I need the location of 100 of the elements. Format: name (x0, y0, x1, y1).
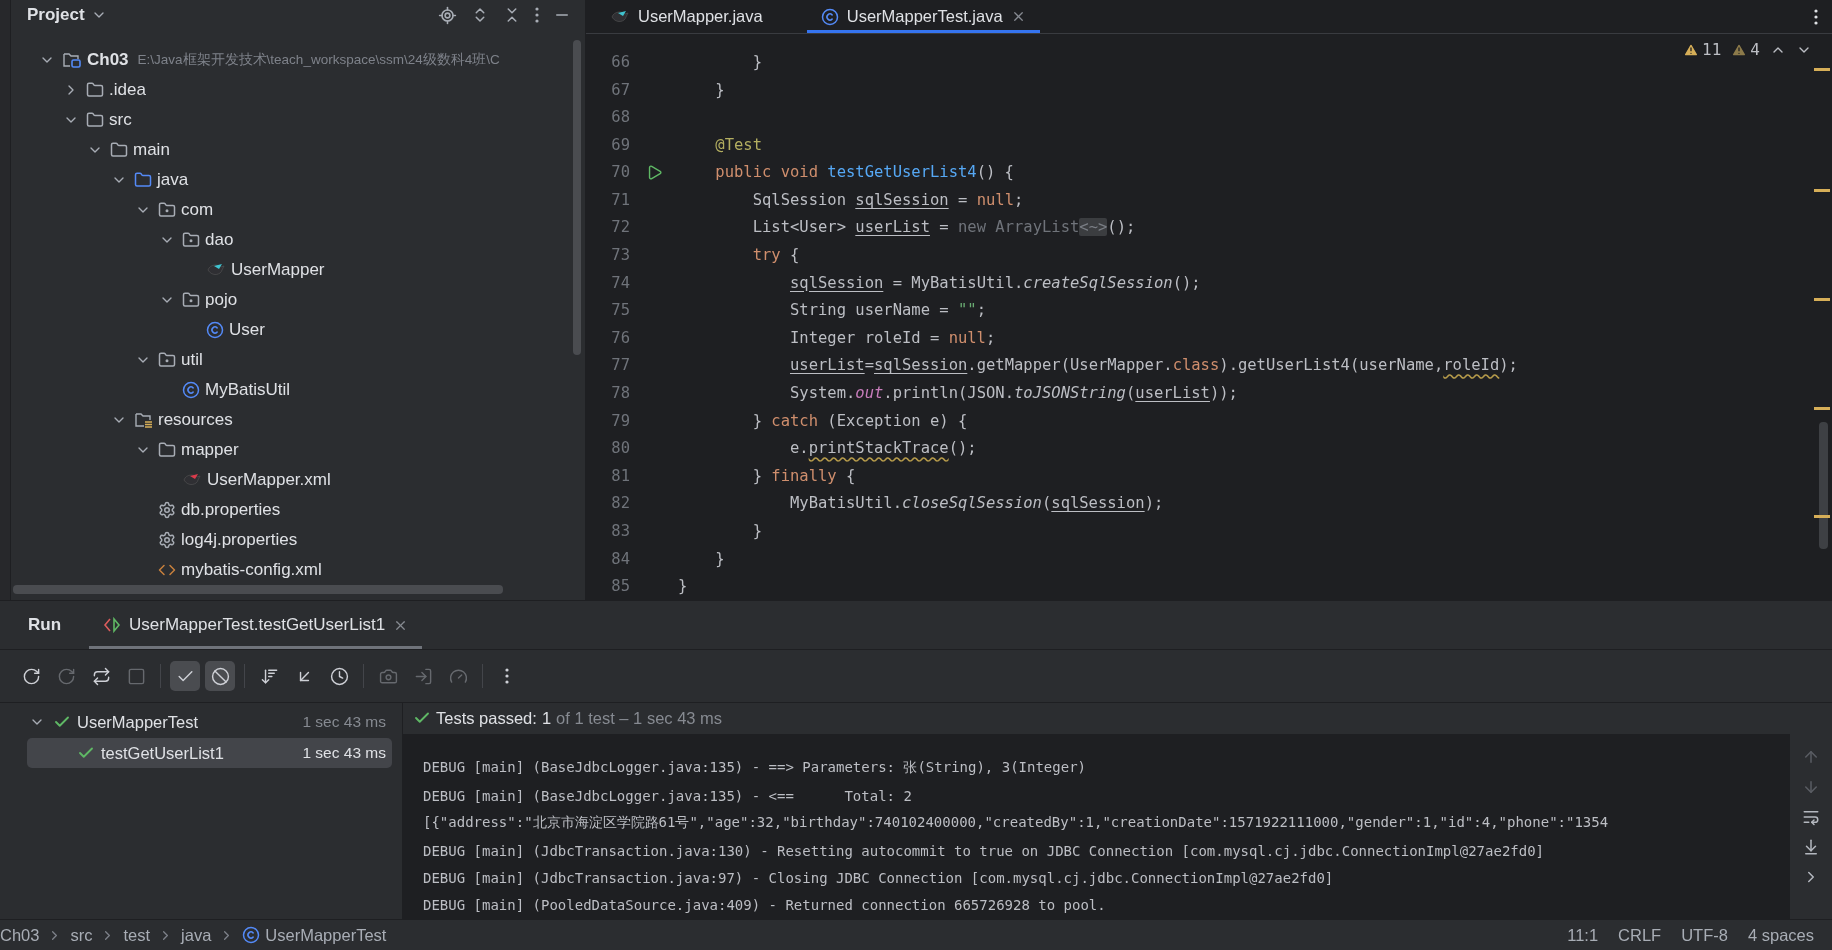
resources-folder-icon (134, 411, 153, 429)
stripe-mark[interactable] (1814, 68, 1830, 72)
arrow-down-icon (1802, 778, 1820, 796)
test-time: 1 sec 43 ms (302, 744, 386, 762)
line-number: 77 (610, 356, 630, 375)
tree-item[interactable]: dao (11, 225, 585, 255)
folder-icon (134, 171, 152, 189)
code-line: @Test (714, 135, 762, 154)
check-button[interactable] (170, 661, 200, 691)
tree-item[interactable]: main (11, 135, 585, 165)
weak-warning-count[interactable]: 4 (1731, 40, 1760, 60)
folder-icon (86, 111, 104, 129)
ban-button[interactable] (205, 661, 235, 691)
stop-icon (126, 666, 146, 686)
scroll-to-end-button[interactable] (1802, 838, 1820, 856)
scroll-to-end-icon (1802, 838, 1820, 856)
code-line: public void testGetUserList4() { (714, 163, 1014, 182)
tree-item[interactable]: UserMapper (11, 255, 585, 285)
status-item[interactable]: 11:1 (1567, 925, 1599, 945)
warning-icon (1683, 41, 1700, 58)
test-icon (103, 617, 122, 633)
console-line: DEBUG [main] (JdbcTransaction.java:130) - Resetting autocommit to true on JDBC Connection [com.mysql.cj.jdbc.ConnectionImpl@27ae2fd0] (423, 841, 1546, 861)
camera-icon (378, 666, 398, 686)
scrollbar-thumb[interactable] (1819, 422, 1828, 550)
stripe-mark[interactable] (1814, 407, 1830, 411)
tree-item[interactable]: util (11, 345, 585, 375)
code-line: sqlSession = MyBatisUtil.createSqlSession(); (789, 273, 1201, 292)
code-line: Integer roleId = null; (789, 328, 996, 347)
line-number: 80 (610, 439, 630, 458)
more-icon[interactable] (535, 7, 539, 23)
tree-item[interactable]: resources (11, 405, 585, 435)
tree-item[interactable]: MyBatisUtil (11, 375, 585, 405)
breadcrumb[interactable]: java (181, 925, 212, 945)
tree-item[interactable]: .idea (11, 75, 585, 105)
stripe-mark[interactable] (1814, 515, 1830, 519)
summary-label: Tests passed: (436, 708, 537, 728)
code-line: } (714, 549, 725, 568)
breadcrumb[interactable]: Ch03 (0, 925, 40, 945)
more-icon[interactable] (1814, 8, 1818, 25)
locate-icon[interactable] (438, 5, 457, 25)
tree-item[interactable]: mybatis-config.xml (11, 555, 585, 585)
code-line: userList=sqlSession.getMapper(UserMapper.class).getUserList4(userName,roleId); (789, 356, 1518, 375)
circle-c-icon (820, 7, 839, 26)
code-line: MyBatisUtil.closeSqlSession(sqlSession); (789, 494, 1164, 513)
console-line: DEBUG [main] (BaseJdbcLogger.java:135) - ==> Parameters: 张(String), 3(Integer) (423, 758, 1087, 778)
project-path: E:\Java框架开发技术\teach_workspace\ssm\24级数科4班\C (137, 51, 500, 69)
tree-item[interactable]: log4j.properties (11, 525, 585, 555)
tree-item[interactable]: com (11, 195, 585, 225)
warning-count[interactable]: 11 (1683, 40, 1722, 60)
stripe-mark[interactable] (1814, 189, 1830, 193)
scrollbar-thumb[interactable] (573, 40, 581, 355)
scrollbar-thumb[interactable] (13, 585, 503, 594)
line-number: 79 (610, 411, 630, 430)
code-line: } (751, 522, 762, 540)
warning-icon (1731, 41, 1748, 58)
code-line: try { (751, 246, 800, 265)
console-line: DEBUG [main] (BaseJdbcLogger.java:135) - <== Total: 2 (423, 786, 913, 806)
status-item[interactable]: UTF-8 (1681, 925, 1728, 945)
console-line: DEBUG [main] (PooledDataSource.java:409) - Returned connection 665726928 to pool. (423, 896, 1107, 916)
status-item[interactable]: 4 spaces (1747, 925, 1814, 945)
stripe-mark[interactable] (1814, 298, 1830, 302)
line-number: 83 (610, 522, 630, 540)
circle-c-icon (242, 926, 261, 944)
breadcrumb[interactable]: src (70, 925, 93, 945)
tree-item[interactable]: User (11, 315, 585, 345)
status-item[interactable]: CRLF (1618, 925, 1662, 945)
test-name: UserMapperTest (77, 712, 199, 732)
breadcrumb[interactable]: test (123, 925, 151, 945)
panel-title[interactable]: Project (27, 5, 85, 25)
package-folder-icon (158, 201, 176, 219)
folder-icon (110, 141, 128, 159)
tree-item[interactable]: pojo (11, 285, 585, 315)
tree-item[interactable]: src (11, 105, 585, 135)
console-line: [{"address":"北京市海淀区学院路61号","age":32,"birthday":740102400000,"createdBy":1,"creationDate":1571922111000,"gender":1,"id":4,"phone":"1354 (423, 813, 1610, 833)
run-tab[interactable]: UserMapperTest.testGetUserList1 (89, 601, 423, 649)
line-number: 84 (610, 549, 630, 568)
line-number: 66 (610, 52, 630, 71)
repeat-icon (91, 666, 111, 686)
tree-item[interactable]: UserMapper.xml (11, 465, 585, 495)
line-number: 72 (610, 218, 630, 237)
editor-tab[interactable]: UserMapper.java (596, 0, 777, 34)
line-number: 69 (610, 135, 630, 154)
test-name: testGetUserList1 (101, 743, 224, 763)
gear-icon (158, 501, 176, 519)
test-item[interactable]: testGetUserList1 1 sec 43 ms (27, 738, 392, 768)
tree-item[interactable]: db.properties (11, 495, 585, 525)
tree-item[interactable]: mapper (11, 435, 585, 465)
console-line: DEBUG [main] (JdbcTransaction.java:97) - Closing JDBC Connection [com.mysql.cj.jdbc.ConnectionImpl@27ae2fd0] (423, 868, 1335, 888)
soft-wrap-button[interactable] (1802, 808, 1820, 826)
rerun-icon (56, 666, 76, 686)
code-line: List<User> userList = new ArrayList<~>(); (751, 218, 1136, 237)
tree-item[interactable]: Ch03 E:\Java框架开发技术\teach_workspace\ssm\24级数科4班\C (11, 45, 585, 75)
tree-item[interactable]: java (11, 165, 585, 195)
breadcrumb[interactable]: UserMapperTest (242, 925, 387, 945)
editor-tab[interactable]: UserMapperTest.java (806, 0, 1040, 34)
code-line: } catch (Exception e) { (751, 411, 968, 430)
test-item[interactable]: UserMapperTest 1 sec 43 ms (27, 707, 392, 737)
wrap-icon (1802, 808, 1820, 826)
line-number: 67 (610, 80, 630, 99)
panel-title: Run (27, 614, 63, 636)
